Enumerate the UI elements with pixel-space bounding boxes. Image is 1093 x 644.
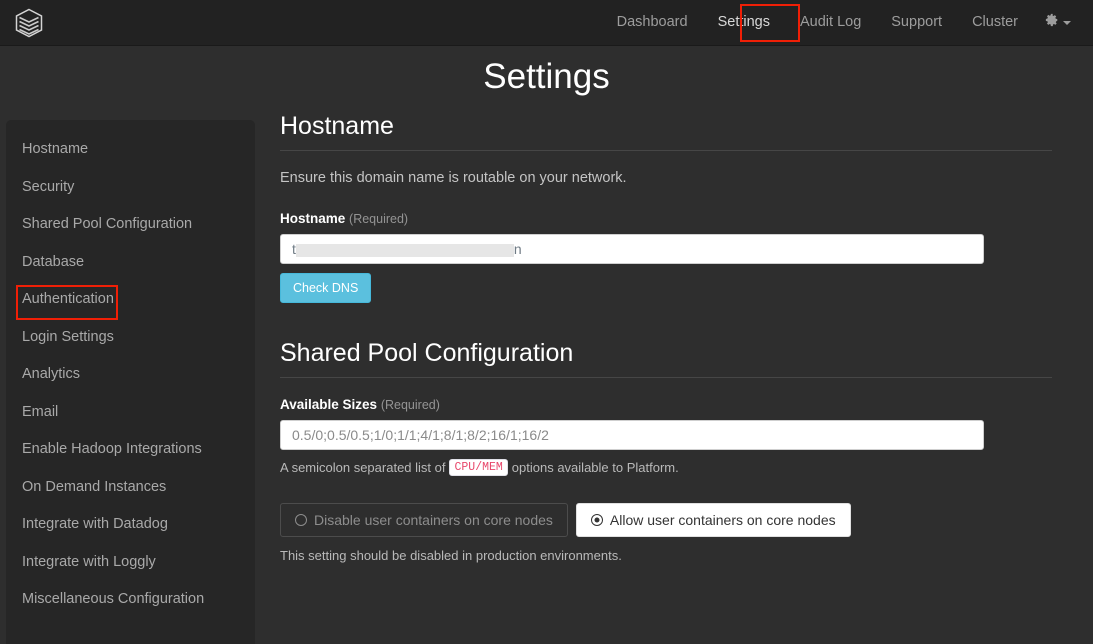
cpu-mem-code-badge: CPU/MEM [449, 459, 507, 476]
nav-links: Dashboard Settings Audit Log Support Clu… [602, 0, 1093, 46]
section-divider [280, 377, 1052, 378]
available-sizes-label-text: Available Sizes [280, 397, 377, 412]
sidebar-item-authentication[interactable]: Authentication [6, 280, 255, 318]
hostname-description: Ensure this domain name is routable on y… [280, 170, 1080, 186]
available-sizes-input[interactable]: 0.5/0;0.5/0.5;1/0;1/1;4/1;8/1;8/2;16/1;1… [280, 420, 984, 450]
redaction-bar [296, 244, 514, 257]
help-text-prefix: A semicolon separated list of [280, 460, 445, 475]
hostname-required-tag: (Required) [349, 212, 408, 226]
sidebar-item-integrate-with-datadog[interactable]: Integrate with Datadog [6, 505, 255, 543]
settings-gear-menu[interactable] [1033, 0, 1085, 46]
hostname-field-label: Hostname (Required) [280, 211, 1080, 226]
radio-unchecked-icon [295, 514, 307, 526]
sidebar-item-security[interactable]: Security [6, 168, 255, 206]
hostname-section: Hostname Ensure this domain name is rout… [280, 112, 1080, 303]
available-sizes-field-label: Available Sizes (Required) [280, 397, 1080, 412]
nav-link-cluster[interactable]: Cluster [957, 1, 1033, 44]
nav-link-settings[interactable]: Settings [703, 1, 785, 44]
sidebar-item-integrate-with-loggly[interactable]: Integrate with Loggly [6, 543, 255, 581]
allow-user-containers-button[interactable]: Allow user containers on core nodes [576, 503, 851, 537]
nav-link-dashboard[interactable]: Dashboard [602, 1, 703, 44]
hostname-field-label-text: Hostname [280, 211, 345, 226]
sidebar-item-login-settings[interactable]: Login Settings [6, 318, 255, 356]
core-nodes-note: This setting should be disabled in produ… [280, 548, 1080, 563]
cube-logo-icon[interactable] [6, 0, 52, 46]
disable-user-containers-button[interactable]: Disable user containers on core nodes [280, 503, 568, 537]
check-dns-button[interactable]: Check DNS [280, 273, 371, 303]
hostname-value-suffix: n [514, 241, 522, 257]
section-spacer [280, 303, 1080, 339]
sidebar-item-analytics[interactable]: Analytics [6, 355, 255, 393]
sidebar-item-hostname[interactable]: Hostname [6, 130, 255, 168]
sidebar-item-miscellaneous-configuration[interactable]: Miscellaneous Configuration [6, 580, 255, 618]
sidebar-item-on-demand-instances[interactable]: On Demand Instances [6, 468, 255, 506]
hostname-input[interactable]: t n [280, 234, 984, 264]
sidebar-item-enable-hadoop-integrations[interactable]: Enable Hadoop Integrations [6, 430, 255, 468]
help-text-suffix: options available to Platform. [512, 460, 679, 475]
chevron-down-icon [1063, 21, 1071, 25]
available-sizes-help-text: A semicolon separated list of CPU/MEM op… [280, 459, 1080, 476]
sidebar-item-email[interactable]: Email [6, 393, 255, 431]
settings-sidebar: Hostname Security Shared Pool Configurat… [6, 120, 255, 644]
available-sizes-required-tag: (Required) [381, 398, 440, 412]
top-navbar: Dashboard Settings Audit Log Support Clu… [0, 0, 1093, 46]
core-nodes-toggle-group: Disable user containers on core nodes Al… [280, 503, 1080, 537]
allow-user-containers-label: Allow user containers on core nodes [610, 512, 836, 528]
page-title: Settings [0, 46, 1093, 108]
disable-user-containers-label: Disable user containers on core nodes [314, 512, 553, 528]
sidebar-item-database[interactable]: Database [6, 243, 255, 281]
gear-icon [1045, 13, 1059, 32]
hostname-input-value: t n [292, 241, 522, 257]
nav-link-audit-log[interactable]: Audit Log [785, 1, 876, 44]
shared-pool-section: Shared Pool Configuration Available Size… [280, 339, 1080, 563]
section-divider [280, 150, 1052, 151]
shared-pool-section-title: Shared Pool Configuration [280, 339, 1080, 377]
hostname-section-title: Hostname [280, 112, 1080, 150]
nav-link-support[interactable]: Support [876, 1, 957, 44]
sidebar-item-shared-pool-configuration[interactable]: Shared Pool Configuration [6, 205, 255, 243]
settings-content: Hostname Ensure this domain name is rout… [280, 112, 1080, 563]
radio-checked-icon [591, 514, 603, 526]
